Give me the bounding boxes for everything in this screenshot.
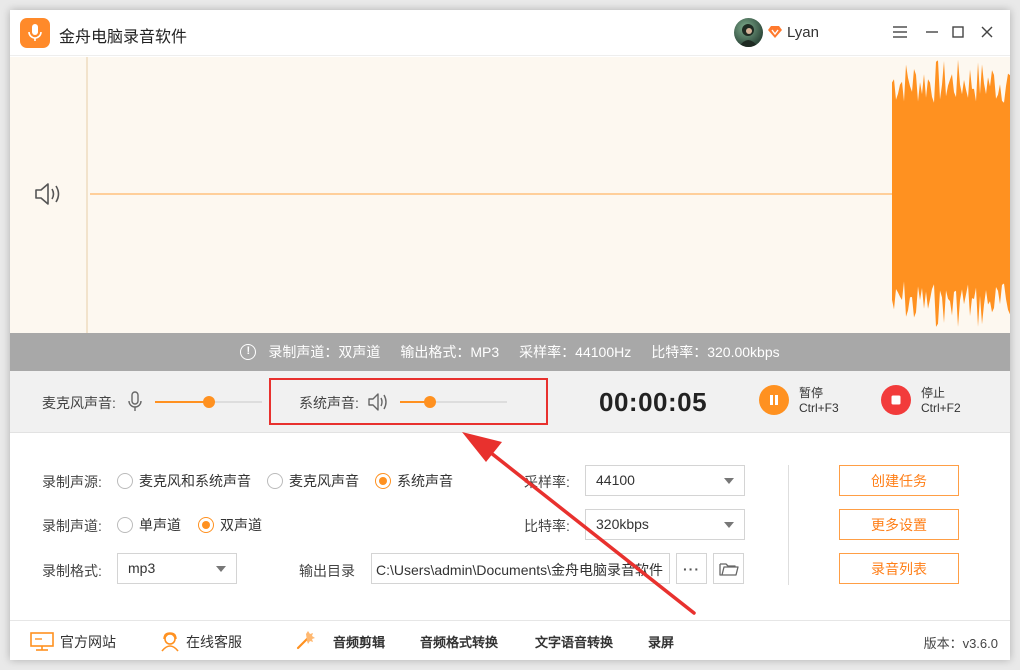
official-website-link[interactable]: 官方网站 <box>30 632 116 652</box>
system-volume-slider[interactable] <box>400 395 507 409</box>
maximize-icon[interactable] <box>947 21 969 43</box>
info-bitrate: 比特率：320.00kbps <box>651 344 780 360</box>
sample-rate-select[interactable]: 44100 <box>585 465 745 496</box>
minimize-icon[interactable] <box>921 21 943 43</box>
pause-icon <box>770 395 778 405</box>
title-bar: 金舟电脑录音软件 Lyan <box>10 10 1010 56</box>
system-volume-knob[interactable] <box>423 396 436 408</box>
monitor-icon <box>30 632 54 651</box>
recording-info-bar: ! 录制声道：双声道 输出格式：MP3 采样率：44100Hz 比特率：320.… <box>10 333 1010 371</box>
vip-badge-icon <box>767 25 783 42</box>
more-dots-icon: ··· <box>683 560 700 577</box>
info-channel: 录制声道：双声道 <box>268 344 381 360</box>
screen-record-link[interactable]: 录屏 <box>648 632 674 651</box>
stop-label: 停止 <box>921 386 946 400</box>
footer-bar: 官方网站 在线客服 音频剪辑 音频格式转换 文字语音转换 录屏 版本：v3.6.… <box>10 620 1010 660</box>
pause-label: 暂停 <box>799 386 824 400</box>
waveform-baseline <box>90 193 892 195</box>
version-label: 版本：v3.6.0 <box>923 636 998 651</box>
pause-button[interactable] <box>759 385 789 415</box>
menu-icon[interactable] <box>889 21 911 43</box>
stop-button[interactable] <box>881 385 911 415</box>
channel-option-stereo[interactable]: 双声道 <box>198 515 262 535</box>
close-icon[interactable] <box>976 21 998 43</box>
microphone-icon <box>127 391 143 416</box>
info-icon: ! <box>240 344 257 360</box>
browse-more-button[interactable]: ··· <box>676 553 707 584</box>
open-folder-button[interactable] <box>713 553 744 584</box>
system-speaker-icon <box>367 392 389 415</box>
app-title: 金舟电脑录音软件 <box>59 29 188 46</box>
bitrate-label: 比特率: <box>524 518 570 534</box>
pause-shortcut: Ctrl+F3 <box>799 401 839 415</box>
info-sample-rate: 采样率：44100Hz <box>519 344 632 360</box>
info-format: 输出格式：MP3 <box>400 344 500 360</box>
waveform-graph <box>892 59 1010 327</box>
folder-icon <box>718 562 739 576</box>
create-task-button[interactable]: 创建任务 <box>839 465 959 496</box>
customer-service-icon <box>161 632 179 652</box>
mic-volume-knob[interactable] <box>202 396 215 408</box>
pause-label-group[interactable]: 暂停 Ctrl+F3 <box>799 386 839 416</box>
audio-edit-link[interactable]: 音频剪辑 <box>333 632 385 651</box>
official-website-label: 官方网站 <box>60 634 116 650</box>
output-dir-field[interactable]: C:\Users\admin\Documents\金舟电脑录音软件 <box>371 553 670 584</box>
app-window: 金舟电脑录音软件 Lyan ! 录制声道：双声道 输出格式：MP3 采样率：44… <box>10 10 1010 660</box>
sample-rate-label: 采样率: <box>524 474 570 490</box>
chevron-down-icon <box>216 566 226 572</box>
source-option-mic[interactable]: 麦克风声音 <box>267 471 359 491</box>
source-option-system[interactable]: 系统声音 <box>375 471 453 491</box>
mic-volume-label: 麦克风声音: <box>42 395 116 411</box>
source-option-mic-and-system[interactable]: 麦克风和系统声音 <box>117 471 251 491</box>
format-label: 录制格式: <box>42 563 102 579</box>
system-volume-label: 系统声音: <box>299 395 359 411</box>
stop-label-group[interactable]: 停止 Ctrl+F2 <box>921 386 961 416</box>
control-bar: 麦克风声音: 系统声音: 00:00:05 暂停 Ctrl+F3 停止 Ctrl… <box>10 371 1010 433</box>
tools-icon <box>295 630 317 653</box>
recording-list-button[interactable]: 录音列表 <box>839 553 959 584</box>
avatar[interactable] <box>734 18 763 47</box>
stop-shortcut: Ctrl+F2 <box>921 401 961 415</box>
waveform-panel <box>10 57 1010 333</box>
online-service-link[interactable]: 在线客服 <box>160 632 242 652</box>
chevron-down-icon <box>724 522 734 528</box>
format-select[interactable]: mp3 <box>117 553 237 584</box>
username[interactable]: Lyan <box>787 24 819 41</box>
bitrate-select[interactable]: 320kbps <box>585 509 745 540</box>
vertical-divider <box>788 465 789 585</box>
online-service-label: 在线客服 <box>186 634 242 650</box>
speaker-icon <box>33 181 63 210</box>
channel-option-mono[interactable]: 单声道 <box>117 515 181 535</box>
source-label: 录制声源: <box>42 474 102 490</box>
text-to-speech-link[interactable]: 文字语音转换 <box>535 632 613 651</box>
mic-volume-slider[interactable] <box>155 395 262 409</box>
chevron-down-icon <box>724 478 734 484</box>
recording-timer: 00:00:05 <box>599 387 708 417</box>
stop-icon <box>891 395 901 405</box>
more-settings-button[interactable]: 更多设置 <box>839 509 959 540</box>
output-dir-label: 输出目录 <box>299 563 355 579</box>
channel-label: 录制声道: <box>42 518 102 534</box>
format-convert-link[interactable]: 音频格式转换 <box>420 632 498 651</box>
app-logo-icon <box>20 18 50 48</box>
waveform-sidebar <box>10 57 88 333</box>
